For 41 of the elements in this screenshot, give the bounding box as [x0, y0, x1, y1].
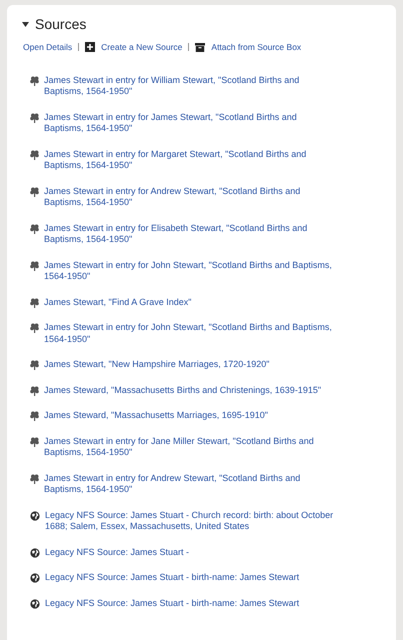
globe-icon	[30, 510, 40, 521]
source-link[interactable]: James Stewart in entry for Andrew Stewart, "Scotland Births and Baptisms, 1564-1950"	[44, 186, 336, 209]
source-link[interactable]: Legacy NFS Source: James Stuart - Church record: birth: about October 1688; Salem, Essex, Massachusetts, United States	[45, 510, 337, 533]
source-link[interactable]: Legacy NFS Source: James Stuart -	[45, 546, 337, 558]
section-title: Sources	[35, 15, 86, 34]
tree-icon	[30, 474, 39, 484]
tree-icon	[30, 298, 39, 308]
source-link[interactable]: James Stewart in entry for William Stewart, "Scotland Births and Baptisms, 1564-1950"	[44, 74, 336, 98]
source-link[interactable]: James Stewart in entry for Margaret Stewart, "Scotland Births and Baptisms, 1564-1950"	[44, 148, 336, 172]
add-icon	[85, 42, 96, 52]
source-link[interactable]: James Stewart in entry for Andrew Stewart, "Scotland Births and Baptisms, 1564-1950"	[44, 472, 336, 496]
globe-icon	[30, 573, 40, 584]
globe-icon	[30, 548, 40, 558]
source-link[interactable]: James Steward, "Massachusetts Marriages, 1695-1910"	[44, 410, 336, 422]
source-link[interactable]: James Stewart in entry for John Stewart, "Scotland Births and Baptisms, 1564-1950"	[44, 260, 336, 283]
tree-icon	[30, 224, 39, 234]
source-link[interactable]: Legacy NFS Source: James Stuart - birth-name: James Stewart	[45, 598, 337, 610]
source-link[interactable]: James Stewart in entry for James Stewart, "Scotland Births and Baptisms, 1564-1950"	[44, 112, 336, 135]
tree-icon	[30, 186, 39, 197]
source-link[interactable]: James Stewart, "Find A Grave Index"	[44, 296, 336, 308]
source-link[interactable]: James Stewart in entry for John Stewart, "Scotland Births and Baptisms, 1564-1950"	[44, 322, 336, 346]
tree-icon	[30, 360, 39, 370]
globe-icon	[30, 598, 40, 609]
action-link[interactable]: Create a New Source	[101, 41, 182, 54]
tree-icon	[30, 323, 39, 334]
box-icon	[195, 42, 206, 52]
tree-icon	[30, 112, 39, 123]
tree-icon	[30, 436, 39, 447]
action-link[interactable]: Attach from Source Box	[211, 41, 302, 54]
source-link[interactable]: Legacy NFS Source: James Stuart - birth-name: James Stewart	[45, 572, 337, 584]
tree-icon	[30, 260, 39, 271]
tree-icon	[30, 411, 39, 422]
source-link[interactable]: James Stewart, "New Hampshire Marriages, 1720-1920"	[44, 359, 336, 371]
source-link[interactable]: James Stewart in entry for Jane Miller Stewart, "Scotland Births and Baptisms, 1564-1950"	[44, 436, 336, 459]
action-link[interactable]: Open Details	[23, 41, 72, 54]
tree-icon	[30, 386, 39, 396]
source-link[interactable]: James Steward, "Massachusetts Births and Christenings, 1639-1915"	[44, 384, 336, 396]
tree-icon	[30, 150, 39, 160]
tree-icon	[30, 76, 39, 86]
source-link[interactable]: James Stewart in entry for Elisabeth Stewart, "Scotland Births and Baptisms, 1564-1950"	[44, 222, 336, 246]
collapse-toggle[interactable]	[21, 20, 29, 28]
